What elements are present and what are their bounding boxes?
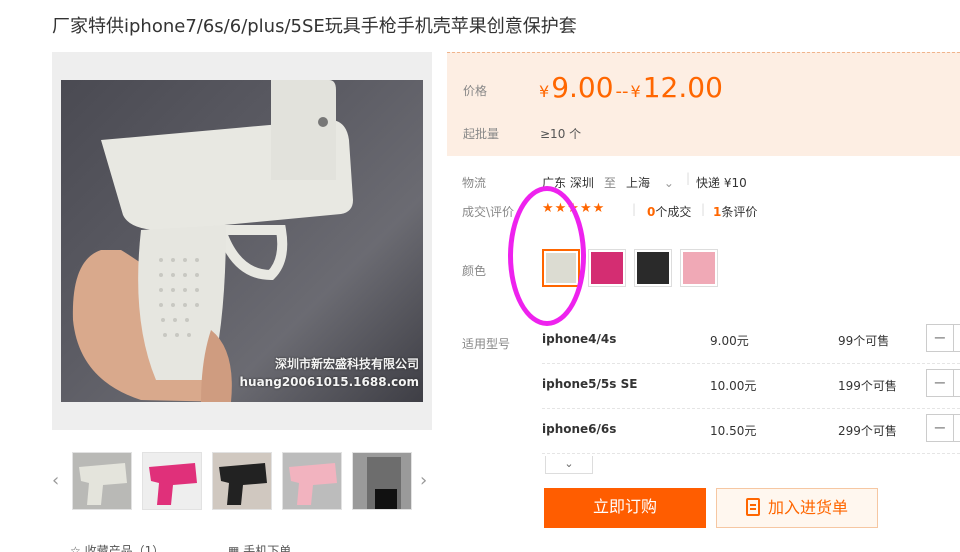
thumbnail-rose[interactable] (142, 452, 202, 510)
logistics-from: 广东 深圳 (542, 176, 594, 190)
model-name: iphone5/5s SE (542, 377, 638, 391)
price-low: 9.00 (551, 71, 614, 104)
divider: | (701, 202, 706, 216)
quantity-input[interactable] (954, 414, 960, 442)
model-name: iphone4/4s (542, 332, 617, 346)
color-option-pink[interactable] (680, 249, 718, 287)
thumbnail-pink[interactable] (282, 452, 342, 510)
logistics-to-word: 至 (604, 176, 617, 190)
thumbnail-image (73, 453, 131, 509)
model-row: iphone5/5s SE 10.00元 199个可售 − (542, 365, 960, 409)
model-stock: 299个可售 (838, 424, 897, 438)
chevron-down-icon: ⌄ (663, 176, 674, 190)
rating-stars: ★★★★★ (542, 201, 606, 216)
logistics-to: 上海 (626, 176, 651, 190)
thumbnail-prev-arrow-icon[interactable]: ‹ (52, 470, 59, 491)
price-separator: -- (615, 81, 629, 102)
models-label: 适用型号 (462, 337, 511, 351)
gun-case-illustration (72, 80, 353, 402)
quantity-minus-button[interactable]: − (926, 324, 954, 352)
review-suffix: 条评价 (721, 205, 758, 219)
favorite-label: 收藏产品（1） (84, 544, 165, 552)
deals-suffix: 个成交 (655, 205, 692, 219)
model-price: 10.50元 (710, 424, 757, 438)
bottom-actions: ☆ 收藏产品（1） ▦ 手机下单 (70, 542, 351, 552)
product-title: 厂家特供iphone7/6s/6/plus/5SE玩具手枪手机壳苹果创意保护套 (52, 16, 577, 37)
model-stock: 99个可售 (838, 334, 890, 348)
swatch-fill (637, 252, 669, 284)
reviews-link[interactable]: 1条评价 (713, 203, 757, 220)
swatch-fill (591, 252, 623, 284)
add-to-cart-button[interactable]: 加入进货单 (716, 488, 878, 528)
thumbnail-black[interactable] (212, 452, 272, 510)
logistics-destination-dropdown[interactable]: 上海 ⌄ (626, 174, 674, 191)
model-price: 9.00元 (710, 334, 749, 348)
divider: | (632, 202, 637, 216)
thumbnail-image (283, 453, 341, 509)
swatch-fill (546, 253, 576, 283)
price-high: 12.00 (642, 71, 723, 104)
price-label: 价格 (463, 84, 488, 98)
divider: | (686, 171, 691, 185)
thumbnail-image (143, 453, 201, 509)
quantity-input[interactable] (954, 369, 960, 397)
model-name: iphone6/6s (542, 422, 617, 436)
thumbnail-in-use[interactable] (352, 452, 412, 510)
model-price: 10.00元 (710, 379, 757, 393)
logistics-label: 物流 (462, 176, 487, 190)
product-photo: 深圳市新宏盛科技有限公司 huang20061015.1688.com (61, 80, 423, 402)
moq-label: 起批量 (463, 127, 500, 141)
watermark-company: 深圳市新宏盛科技有限公司 (274, 357, 419, 371)
thumbnail-image (353, 453, 411, 509)
logistics-method: 快递 ¥10 (696, 176, 747, 190)
buy-now-button[interactable]: 立即订购 (544, 488, 706, 528)
color-option-rose[interactable] (588, 249, 626, 287)
model-row: iphone6/6s 10.50元 299个可售 − (542, 410, 960, 454)
quantity-input[interactable] (954, 324, 960, 352)
price-panel: 价格 ¥9.00 -- ¥12.00 起批量 ≥10 个 (447, 52, 960, 156)
thumbnail-image (213, 453, 271, 509)
model-stock: 199个可售 (838, 379, 897, 393)
watermark-url: huang20061015.1688.com (239, 375, 420, 389)
reviews-label: 成交\评价 (462, 205, 515, 219)
thumbnail-next-arrow-icon[interactable]: › (420, 470, 427, 491)
main-product-image[interactable]: 深圳市新宏盛科技有限公司 huang20061015.1688.com (52, 52, 432, 430)
thumbnail-white[interactable] (72, 452, 132, 510)
color-label: 颜色 (462, 264, 487, 278)
favorite-link[interactable]: ☆ 收藏产品（1） (70, 544, 164, 552)
quantity-minus-button[interactable]: − (926, 369, 954, 397)
currency-symbol: ¥ (539, 82, 550, 101)
color-option-black[interactable] (634, 249, 672, 287)
clipboard-icon (745, 498, 760, 516)
deals-link[interactable]: 0个成交 (647, 203, 691, 220)
mobile-order-link[interactable]: ▦ 手机下单 (228, 544, 291, 552)
model-row: iphone4/4s 9.00元 99个可售 − (542, 320, 960, 364)
moq-value: ≥10 个 (540, 127, 582, 141)
swatch-fill (683, 252, 715, 284)
currency-symbol-2: ¥ (630, 82, 641, 101)
add-to-cart-label: 加入进货单 (767, 498, 848, 517)
price-range: ¥9.00 -- ¥12.00 (539, 71, 723, 104)
mobile-order-label: 手机下单 (243, 544, 292, 552)
chevron-down-icon: ⌄ (564, 457, 574, 470)
quantity-minus-button[interactable]: − (926, 414, 954, 442)
color-option-white[interactable] (542, 249, 580, 287)
expand-models-button[interactable]: ⌄ (545, 456, 593, 474)
